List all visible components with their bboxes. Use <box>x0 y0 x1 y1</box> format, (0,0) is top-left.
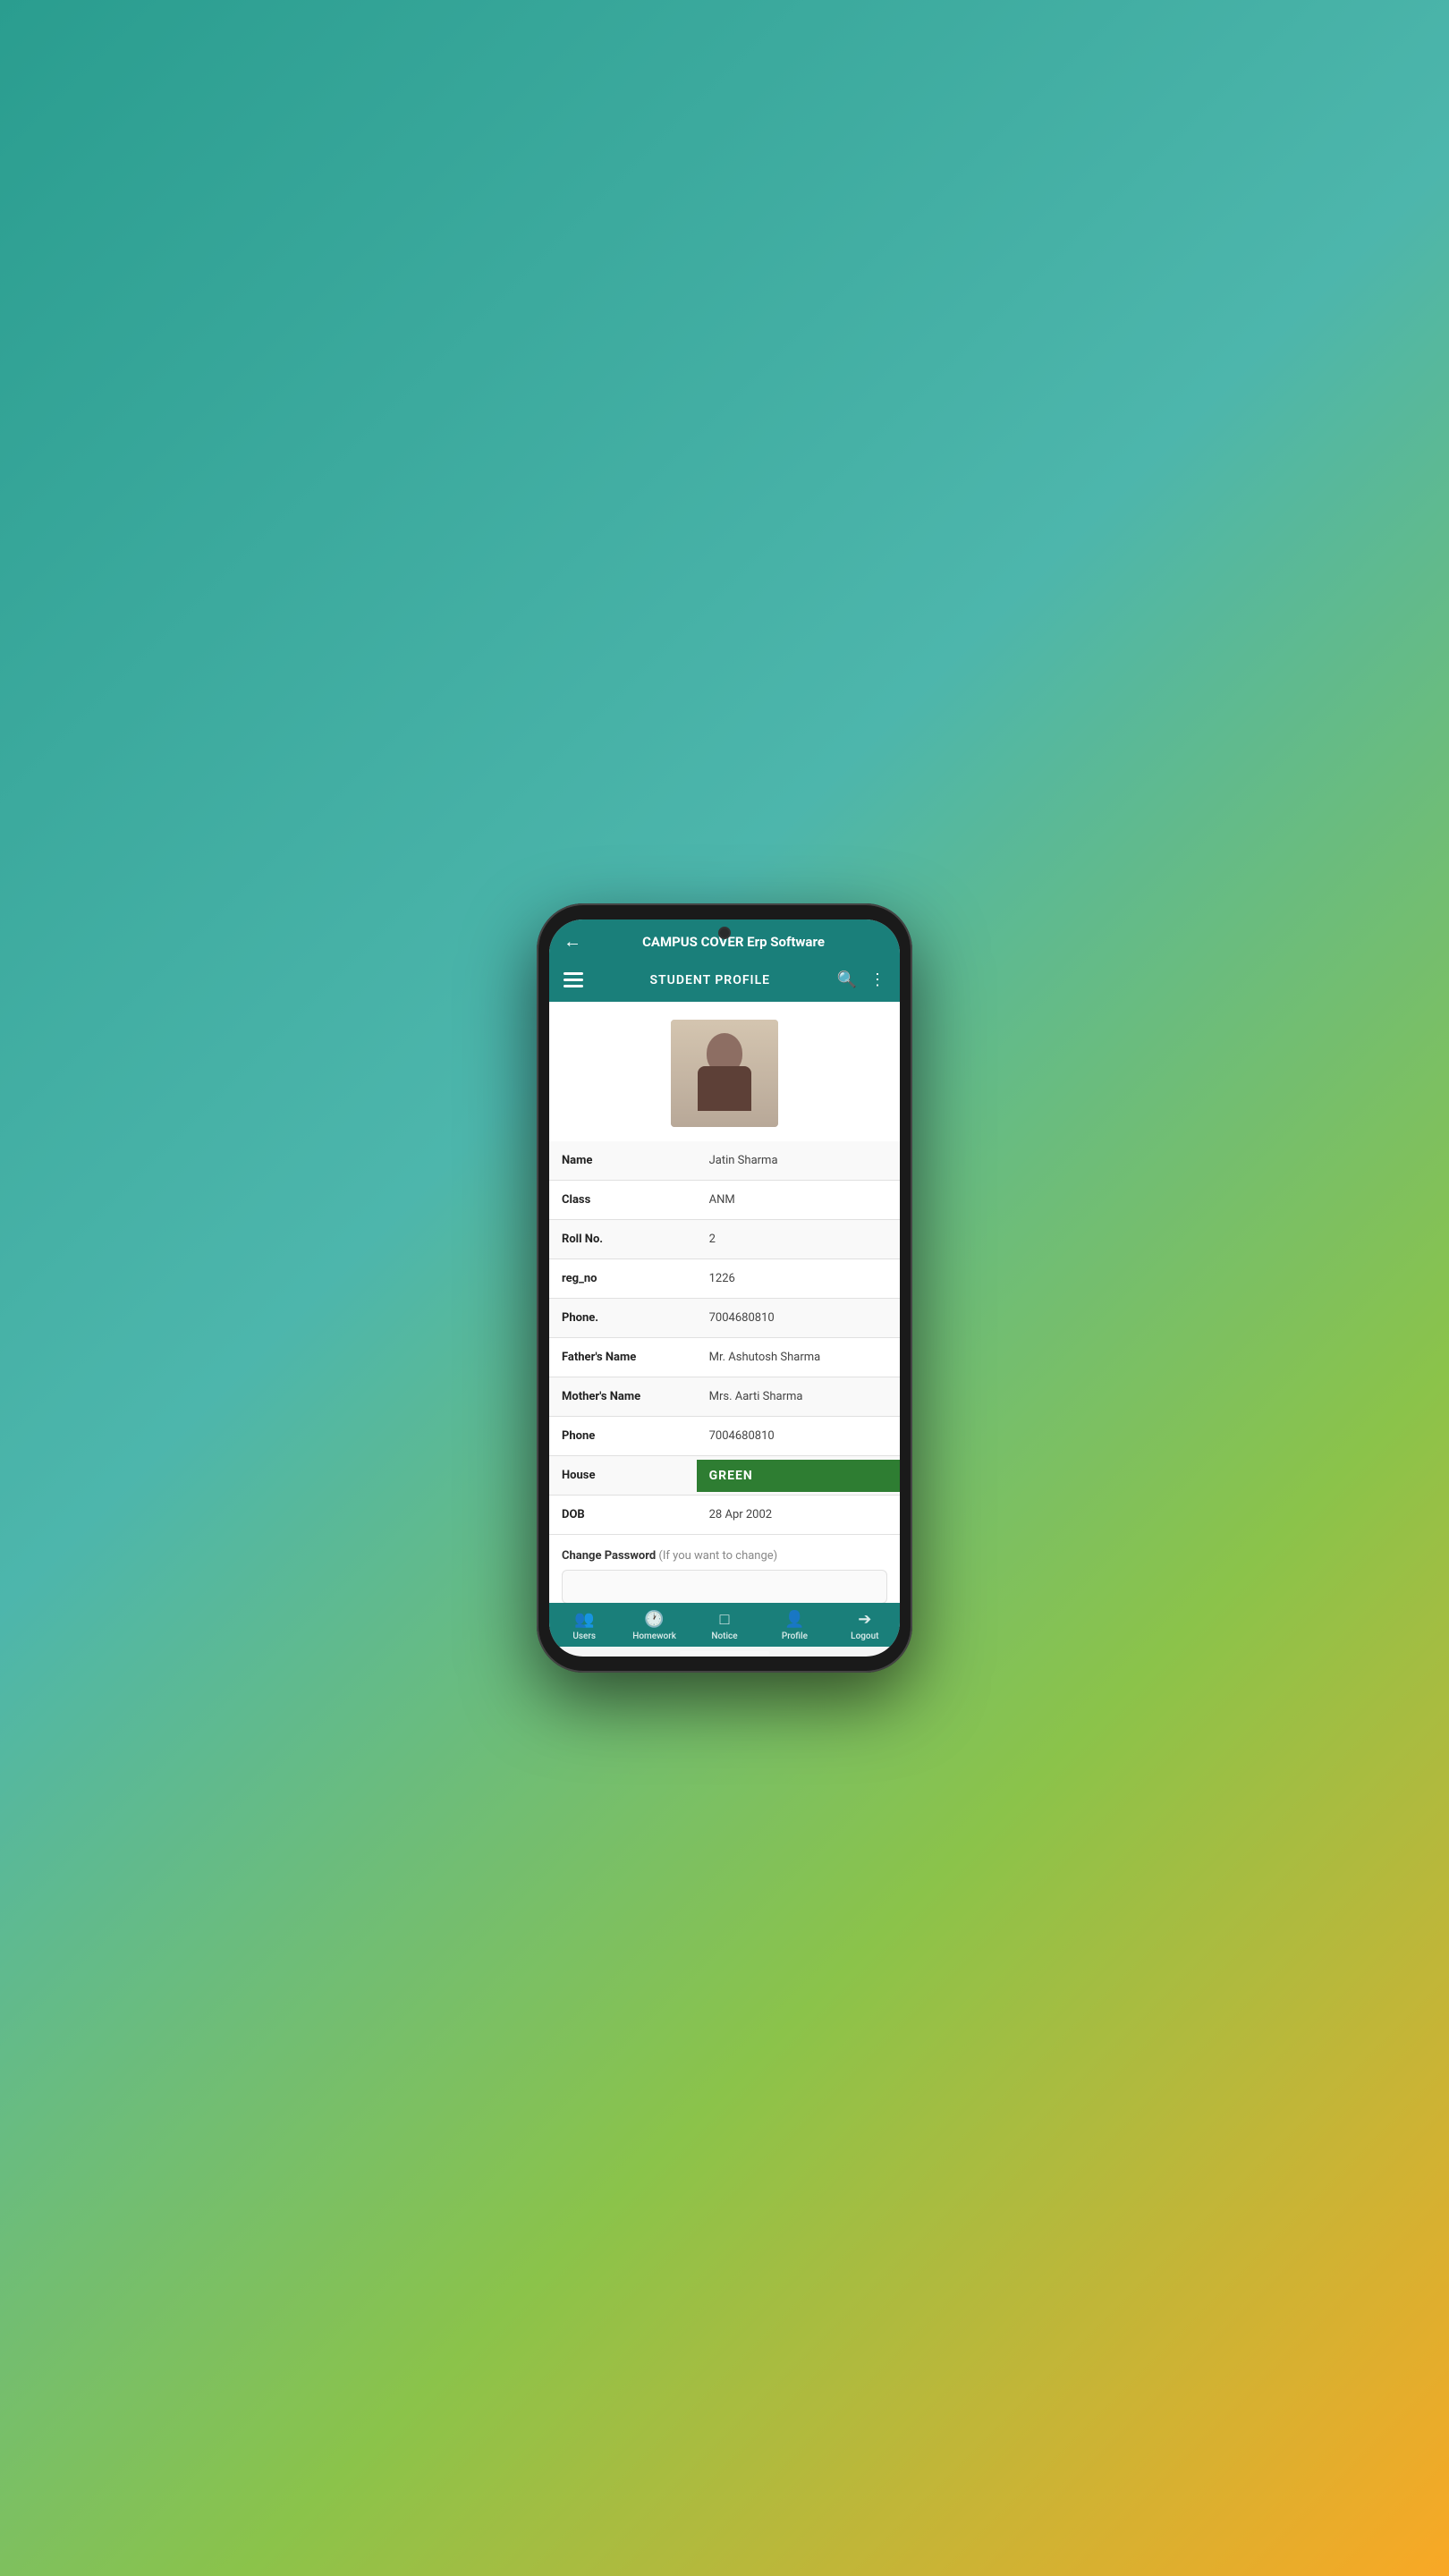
mother-value: Mrs. Aarti Sharma <box>697 1381 900 1412</box>
name-label: Name <box>549 1145 697 1176</box>
phone-frame: ← CAMPUS COVER Erp Software STUDENT PROF… <box>537 903 912 1673</box>
back-button[interactable]: ← <box>564 930 581 953</box>
nav-profile[interactable]: 👤 Profile <box>759 1610 829 1641</box>
table-row: Roll No. 2 <box>549 1220 900 1259</box>
roll-value: 2 <box>697 1224 900 1255</box>
hamburger-menu[interactable] <box>564 972 583 987</box>
father-label: Father's Name <box>549 1342 697 1373</box>
table-row: Class ANM <box>549 1181 900 1220</box>
more-options-icon[interactable]: ⋮ <box>869 970 886 989</box>
nav-logout-label: Logout <box>851 1631 878 1641</box>
nav-logout[interactable]: ➔ Logout <box>830 1610 900 1641</box>
bottom-nav: 👥 Users 🕐 Homework □ Notice 👤 Profile ➔ … <box>549 1603 900 1647</box>
house-row: House GREEN <box>549 1456 900 1496</box>
users-icon: 👥 <box>574 1610 594 1629</box>
home-indicator <box>680 1651 769 1655</box>
table-row: Father's Name Mr. Ashutosh Sharma <box>549 1338 900 1377</box>
nav-notice[interactable]: □ Notice <box>690 1610 759 1641</box>
table-row: reg_no 1226 <box>549 1259 900 1299</box>
reg-label: reg_no <box>549 1263 697 1294</box>
table-row: Name Jatin Sharma <box>549 1141 900 1181</box>
table-row: Mother's Name Mrs. Aarti Sharma <box>549 1377 900 1417</box>
homework-icon: 🕐 <box>644 1610 664 1629</box>
nav-homework-label: Homework <box>632 1631 676 1641</box>
search-icon[interactable]: 🔍 <box>837 970 857 989</box>
profile-icon: 👤 <box>784 1610 804 1629</box>
dob-value: 28 Apr 2002 <box>697 1499 900 1530</box>
class-label: Class <box>549 1184 697 1216</box>
parent-phone-value: 7004680810 <box>697 1420 900 1452</box>
phone-value: 7004680810 <box>697 1302 900 1334</box>
content-area: Name Jatin Sharma Class ANM Roll No. 2 r… <box>549 1002 900 1603</box>
parent-phone-label: Phone <box>549 1420 697 1452</box>
change-password-input[interactable] <box>562 1570 887 1603</box>
change-password-section: Change Password (If you want to change) <box>549 1535 900 1603</box>
nav-users-label: Users <box>572 1631 596 1641</box>
notice-icon: □ <box>720 1610 730 1629</box>
class-value: ANM <box>697 1184 900 1216</box>
table-row: Phone 7004680810 <box>549 1417 900 1456</box>
change-password-label: Change Password (If you want to change) <box>562 1549 887 1563</box>
roll-label: Roll No. <box>549 1224 697 1255</box>
dob-label: DOB <box>549 1499 697 1530</box>
page-title: STUDENT PROFILE <box>583 973 837 987</box>
info-table: Name Jatin Sharma Class ANM Roll No. 2 r… <box>549 1141 900 1535</box>
house-label: House <box>549 1460 697 1491</box>
logout-icon: ➔ <box>858 1610 871 1629</box>
header-bar: STUDENT PROFILE 🔍 ⋮ <box>549 962 900 1002</box>
nav-profile-label: Profile <box>782 1631 808 1641</box>
student-photo-face <box>671 1020 778 1127</box>
table-row: Phone. 7004680810 <box>549 1299 900 1338</box>
nav-notice-label: Notice <box>711 1631 737 1641</box>
header-icons: 🔍 ⋮ <box>837 970 886 989</box>
nav-users[interactable]: 👥 Users <box>549 1610 619 1641</box>
name-value: Jatin Sharma <box>697 1145 900 1176</box>
camera <box>718 927 731 939</box>
mother-label: Mother's Name <box>549 1381 697 1412</box>
house-value: GREEN <box>697 1460 900 1492</box>
nav-homework[interactable]: 🕐 Homework <box>619 1610 689 1641</box>
photo-section <box>549 1002 900 1141</box>
app-title: CAMPUS COVER Erp Software <box>581 934 886 950</box>
phone-label: Phone. <box>549 1302 697 1334</box>
father-value: Mr. Ashutosh Sharma <box>697 1342 900 1373</box>
reg-value: 1226 <box>697 1263 900 1294</box>
table-row: DOB 28 Apr 2002 <box>549 1496 900 1535</box>
student-photo <box>671 1020 778 1127</box>
phone-screen: ← CAMPUS COVER Erp Software STUDENT PROF… <box>549 919 900 1657</box>
